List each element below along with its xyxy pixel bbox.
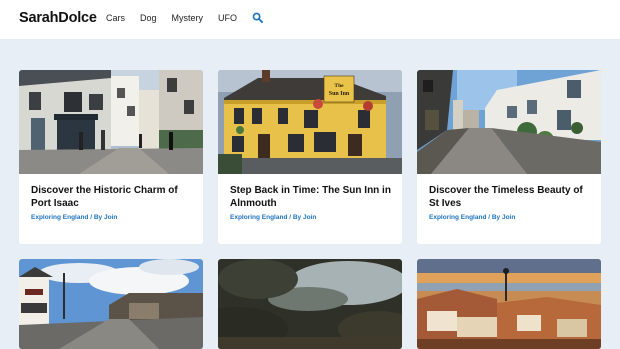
post-meta-by: / By xyxy=(90,214,104,221)
post-author-link[interactable]: Join xyxy=(502,214,515,221)
post-thumbnail-village[interactable] xyxy=(19,259,203,349)
post-card xyxy=(417,259,601,349)
post-thumbnail-st-ives[interactable] xyxy=(417,70,601,174)
post-meta: Exploring England / By Join xyxy=(230,214,316,221)
main-navigation: Cars Dog Mystery UFO xyxy=(106,12,264,23)
post-thumbnail-port-isaac[interactable] xyxy=(19,70,203,174)
search-icon[interactable] xyxy=(252,12,264,23)
post-author-link[interactable]: Join xyxy=(104,214,117,221)
post-title[interactable]: Step Back in Time: The Sun Inn in Alnmou… xyxy=(230,184,395,210)
post-card xyxy=(218,259,402,349)
post-thumbnail-sun-inn[interactable]: The Sun Inn xyxy=(218,70,402,174)
post-category-link[interactable]: Exploring England xyxy=(230,214,287,221)
inn-sign-text: Sun Inn xyxy=(329,91,350,97)
post-meta: Exploring England / By Join xyxy=(429,214,515,221)
post-author-link[interactable]: Join xyxy=(303,214,316,221)
post-card: The Sun Inn Step Back in Time: The Sun I… xyxy=(218,70,402,244)
post-meta: Exploring England / By Join xyxy=(31,214,117,221)
post-card: Discover the Timeless Beauty of St Ives … xyxy=(417,70,601,244)
inn-sign-text: The xyxy=(334,83,344,89)
nav-item-cars[interactable]: Cars xyxy=(106,13,125,23)
post-card xyxy=(19,259,203,349)
post-meta-by: / By xyxy=(289,214,303,221)
post-meta-by: / By xyxy=(488,214,502,221)
nav-item-dog[interactable]: Dog xyxy=(140,13,157,23)
nav-item-mystery[interactable]: Mystery xyxy=(172,13,204,23)
nav-item-ufo[interactable]: UFO xyxy=(218,13,237,23)
post-title[interactable]: Discover the Historic Charm of Port Isaa… xyxy=(31,184,196,210)
post-title[interactable]: Discover the Timeless Beauty of St Ives xyxy=(429,184,594,210)
post-thumbnail-harbour-town[interactable] xyxy=(417,259,601,349)
site-title[interactable]: SarahDolce xyxy=(19,10,97,26)
post-category-link[interactable]: Exploring England xyxy=(31,214,88,221)
post-category-link[interactable]: Exploring England xyxy=(429,214,486,221)
site-header: SarahDolce Cars Dog Mystery UFO xyxy=(0,0,620,39)
post-card: Discover the Historic Charm of Port Isaa… xyxy=(19,70,203,244)
post-thumbnail-painting[interactable] xyxy=(218,259,402,349)
